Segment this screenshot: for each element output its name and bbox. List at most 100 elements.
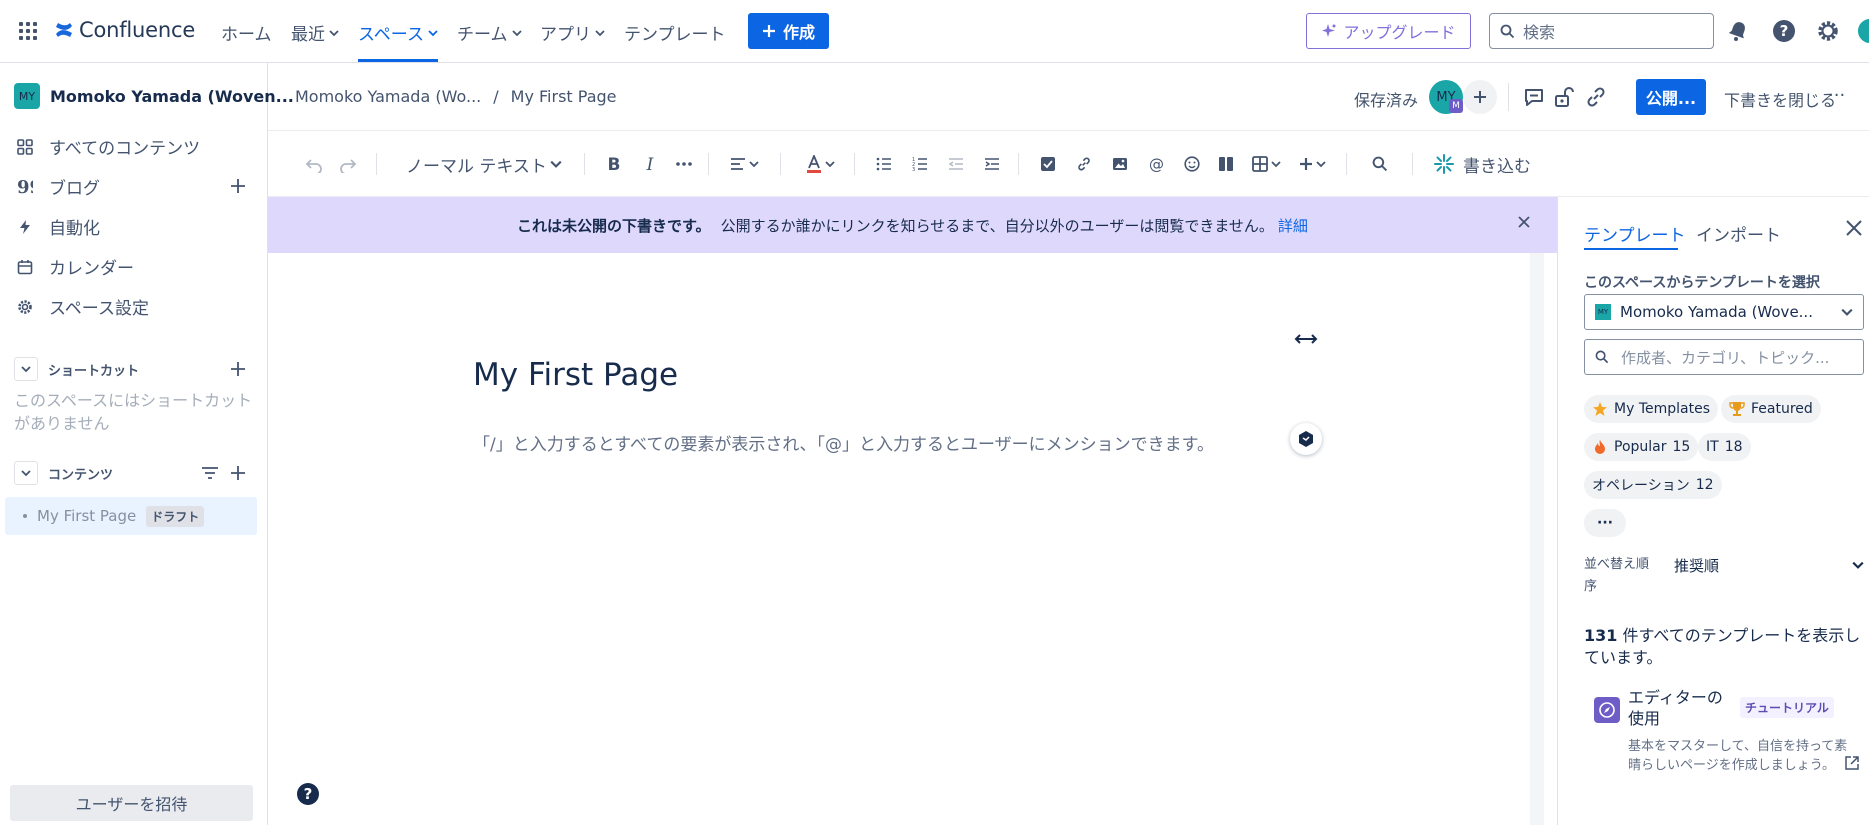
nav-templates[interactable]: テンプレート — [624, 20, 726, 45]
sidebar-item-all-content[interactable]: すべてのコンテンツ — [17, 134, 200, 159]
compass-icon — [1594, 697, 1620, 723]
layout-columns-icon[interactable] — [1214, 151, 1238, 177]
space-header[interactable]: MY Momoko Yamada (Woven... — [14, 83, 294, 109]
page-title[interactable]: My First Page — [473, 357, 678, 393]
chip-operations[interactable]: オペレーション 12 — [1584, 471, 1722, 499]
text-color-dropdown[interactable] — [802, 151, 838, 177]
chevron-down-icon — [329, 29, 339, 36]
editor-scrollbar[interactable] — [1530, 253, 1544, 825]
chip-popular[interactable]: Popular 15 — [1584, 433, 1699, 461]
numbered-list-icon[interactable]: 123 — [908, 151, 932, 177]
filter-icon[interactable] — [201, 464, 219, 482]
editor-placeholder[interactable]: 「/」と入力するとすべての要素が表示され、「@」と入力するとユーザーにメンション… — [473, 430, 1214, 455]
ai-sparkle-icon — [1434, 154, 1454, 174]
help-icon[interactable]: ? — [296, 782, 320, 806]
external-link-icon[interactable] — [1844, 755, 1860, 771]
expand-width-icon[interactable] — [1294, 330, 1318, 348]
banner-learn-more-link[interactable]: 詳細 — [1278, 215, 1308, 236]
nav-spaces[interactable]: スペース — [358, 20, 438, 45]
sort-dropdown[interactable]: 推奨順 — [1674, 553, 1864, 577]
tab-templates[interactable]: テンプレート — [1584, 221, 1686, 246]
template-search-input[interactable]: 作成者、カテゴリ、トピック... — [1584, 339, 1864, 375]
help-icon[interactable]: ? — [1772, 19, 1796, 43]
text-style-dropdown[interactable]: ノーマル テキスト — [406, 151, 562, 177]
ai-assist-icon — [1299, 431, 1313, 447]
search-icon — [1595, 350, 1609, 364]
nav-recent[interactable]: 最近 — [291, 20, 339, 45]
space-select-dropdown[interactable]: MY Momoko Yamada (Wove... — [1584, 294, 1864, 330]
redo-icon[interactable] — [338, 151, 358, 177]
app-switcher-icon[interactable] — [17, 20, 39, 42]
mention-icon[interactable]: @ — [1144, 151, 1168, 177]
chip-featured[interactable]: Featured — [1721, 395, 1821, 423]
svg-text:?: ? — [1780, 22, 1789, 40]
find-icon[interactable] — [1368, 151, 1392, 177]
indent-icon[interactable] — [980, 151, 1004, 177]
chevron-down-icon — [1315, 161, 1326, 168]
toolbar-divider — [708, 153, 709, 175]
comment-icon[interactable] — [1522, 85, 1546, 109]
more-categories-button[interactable]: ··· — [1584, 509, 1626, 537]
image-icon[interactable] — [1108, 151, 1132, 177]
top-navigation: Confluence ホーム 最近 スペース チーム アプリ テンプレート 作成… — [0, 0, 1869, 63]
toolbar-divider — [376, 153, 377, 175]
invite-users-button[interactable]: ユーザーを招待 — [10, 785, 253, 821]
upgrade-button[interactable]: アップグレード — [1306, 13, 1471, 49]
checkbox-icon[interactable] — [1036, 151, 1060, 177]
unlock-icon[interactable] — [1552, 85, 1576, 109]
tab-import[interactable]: インポート — [1696, 221, 1781, 246]
add-shortcut-icon[interactable] — [229, 360, 247, 378]
outdent-icon[interactable] — [944, 151, 968, 177]
lightning-icon — [20, 219, 30, 234]
link-icon[interactable] — [1584, 85, 1608, 109]
insert-more-dropdown[interactable] — [1294, 151, 1330, 177]
notification-bell-icon[interactable] — [1726, 19, 1750, 43]
italic-icon[interactable]: I — [638, 151, 662, 177]
collapse-content-button[interactable] — [14, 461, 38, 485]
sidebar-item-calendar[interactable]: カレンダー — [17, 254, 134, 279]
bold-icon[interactable]: B — [602, 151, 626, 177]
more-actions-button[interactable]: ··· — [1828, 85, 1845, 106]
ai-assist-button[interactable] — [1290, 423, 1322, 455]
bullet-list-icon[interactable] — [872, 151, 896, 177]
template-count: 131 — [1584, 626, 1618, 645]
sparkle-icon — [1322, 24, 1336, 37]
nav-apps[interactable]: アプリ — [540, 20, 605, 45]
add-content-icon[interactable] — [229, 464, 247, 482]
logo-text: Confluence — [79, 18, 196, 42]
confluence-logo[interactable]: Confluence — [54, 18, 195, 42]
chip-it[interactable]: IT 18 — [1698, 433, 1751, 461]
undo-icon[interactable] — [304, 151, 324, 177]
calendar-icon — [17, 259, 33, 274]
close-icon[interactable] — [1515, 213, 1533, 231]
write-ai-button[interactable]: 書き込む — [1434, 151, 1531, 177]
sidebar-item-space-settings[interactable]: スペース設定 — [17, 294, 149, 319]
close-panel-icon[interactable] — [1844, 218, 1864, 238]
chevron-down-icon — [1852, 561, 1864, 569]
settings-gear-icon[interactable] — [1816, 19, 1840, 43]
alignment-dropdown[interactable] — [726, 151, 762, 177]
draft-badge: ドラフト — [146, 505, 205, 527]
collapse-shortcuts-button[interactable] — [14, 357, 38, 381]
nav-home[interactable]: ホーム — [221, 20, 272, 45]
chip-my-templates[interactable]: My Templates — [1584, 395, 1718, 423]
breadcrumb-page[interactable]: My First Page — [511, 87, 617, 106]
close-draft-button[interactable]: 下書きを閉じる — [1724, 87, 1836, 111]
more-formatting-icon[interactable] — [672, 151, 696, 177]
emoji-icon[interactable] — [1180, 151, 1204, 177]
table-dropdown[interactable] — [1248, 151, 1284, 177]
create-button[interactable]: 作成 — [748, 13, 829, 49]
search-input[interactable]: 検索 — [1489, 13, 1714, 49]
add-collaborator-button[interactable] — [1463, 80, 1497, 114]
divider — [1508, 83, 1509, 111]
breadcrumb-space[interactable]: Momoko Yamada (Wo... — [295, 87, 481, 106]
sidebar-item-automation[interactable]: 自動化 — [17, 214, 100, 239]
fire-icon — [1595, 440, 1605, 454]
nav-teams[interactable]: チーム — [457, 20, 522, 45]
publish-button[interactable]: 公開... — [1636, 79, 1706, 115]
add-blog-icon[interactable] — [229, 177, 247, 195]
page-tree-item[interactable]: My First Page ドラフト — [5, 497, 257, 535]
link-icon[interactable] — [1072, 151, 1096, 177]
sidebar-item-blog[interactable]: 99 ブログ — [17, 174, 100, 200]
profile-avatar[interactable] — [1858, 19, 1869, 43]
